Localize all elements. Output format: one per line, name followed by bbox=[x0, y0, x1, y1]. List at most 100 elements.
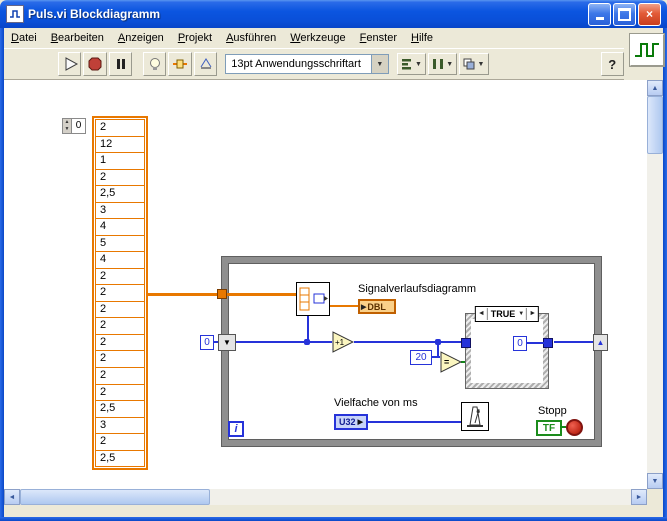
wait-ms-multiple-node[interactable] bbox=[461, 402, 489, 431]
index-array-node[interactable] bbox=[296, 282, 330, 316]
array-element[interactable]: 2 bbox=[95, 433, 145, 451]
window-frame-right bbox=[663, 28, 667, 521]
vi-icon-panel[interactable] bbox=[629, 33, 665, 67]
timing-label[interactable]: Vielfache von ms bbox=[334, 397, 418, 409]
block-diagram-canvas[interactable]: ▲ ▼ 0 2 12 1 2 2,5 3 4 5 4 2 2 2 2 2 2 2… bbox=[4, 80, 647, 489]
array-element[interactable]: 3 bbox=[95, 201, 145, 220]
menu-item-bearbeiten[interactable]: Bearbeiten bbox=[44, 29, 111, 47]
array-element[interactable]: 2,5 bbox=[95, 185, 145, 203]
run-button[interactable] bbox=[58, 52, 82, 76]
array-element[interactable]: 12 bbox=[95, 135, 145, 154]
case-reset-wire[interactable] bbox=[527, 342, 547, 344]
increment-icon: +1 bbox=[332, 331, 355, 353]
cleanup-diagram-button[interactable] bbox=[193, 52, 218, 76]
scroll-up-button[interactable]: ▲ bbox=[647, 80, 663, 96]
help-button[interactable]: ? bbox=[600, 52, 624, 76]
case-reset-constant[interactable]: 0 bbox=[513, 336, 527, 351]
menu-item-projekt[interactable]: Projekt bbox=[171, 29, 219, 47]
reorder-objects-button[interactable]: ▼ bbox=[459, 53, 489, 75]
array-element[interactable]: 2 bbox=[95, 350, 145, 368]
chart-wire[interactable] bbox=[330, 305, 358, 307]
array-constant[interactable]: 2 12 1 2 2,5 3 4 5 4 2 2 2 2 2 2 2 2 2,5… bbox=[92, 116, 148, 470]
highlight-execution-button[interactable] bbox=[143, 52, 167, 76]
case-output-wire[interactable] bbox=[554, 341, 593, 343]
case-next-icon[interactable]: ► bbox=[526, 308, 538, 320]
case-selector-label[interactable]: TRUE bbox=[488, 308, 519, 320]
shift-register-init-constant[interactable]: 0 bbox=[200, 335, 214, 350]
array-element[interactable]: 4 bbox=[95, 251, 145, 269]
abort-button[interactable] bbox=[83, 52, 107, 76]
reorder-dropdown-icon: ▼ bbox=[477, 60, 485, 68]
stop-boolean-constant[interactable]: TF bbox=[536, 420, 562, 436]
array-element[interactable]: 2 bbox=[95, 168, 145, 187]
menu-item-ausfuehren[interactable]: Ausführen bbox=[219, 29, 283, 47]
chart-label[interactable]: Signalverlaufsdiagramm bbox=[358, 283, 476, 295]
loop-input-tunnel[interactable] bbox=[217, 289, 227, 299]
horizontal-scroll-thumb[interactable] bbox=[20, 489, 210, 505]
horizontal-scrollbar[interactable]: ◄ ► bbox=[4, 489, 647, 505]
scroll-left-button[interactable]: ◄ bbox=[4, 489, 20, 505]
count-wire-right[interactable] bbox=[354, 341, 461, 343]
timing-control-terminal[interactable]: U32 ▶ bbox=[334, 414, 368, 430]
vertical-scroll-thumb[interactable] bbox=[647, 96, 663, 154]
chart-indicator-terminal[interactable]: ▶ DBL bbox=[358, 299, 396, 314]
vertical-scrollbar[interactable]: ▲ ▼ bbox=[647, 80, 663, 489]
array-element[interactable]: 2 bbox=[95, 383, 145, 402]
array-index-display[interactable]: ▲ ▼ 0 bbox=[62, 118, 86, 134]
case-selector[interactable]: ◄ TRUE ▼ ► bbox=[474, 306, 540, 322]
labview-window: Puls.vi Blockdiagramm × Datei Bearbeiten… bbox=[0, 0, 667, 521]
array-element[interactable]: 3 bbox=[95, 416, 145, 435]
stop-label[interactable]: Stopp bbox=[538, 405, 567, 417]
case-structure[interactable]: ◄ TRUE ▼ ► 0 bbox=[461, 306, 553, 389]
reorder-objects-icon bbox=[463, 58, 475, 70]
array-element[interactable]: 2 bbox=[95, 267, 145, 286]
increment-node[interactable]: +1 bbox=[332, 331, 355, 353]
menu-item-fenster[interactable]: Fenster bbox=[353, 29, 404, 47]
menu-item-hilfe[interactable]: Hilfe bbox=[404, 29, 440, 47]
font-selector[interactable]: 13pt Anwendungsschriftart ▼ bbox=[225, 54, 389, 74]
shift-register-right[interactable]: ▲ bbox=[593, 334, 608, 351]
font-selector-dropdown-icon[interactable]: ▼ bbox=[370, 55, 388, 73]
window-icon[interactable] bbox=[6, 5, 24, 23]
array-element[interactable]: 2,5 bbox=[95, 400, 145, 418]
constant20-wire[interactable] bbox=[432, 356, 440, 358]
equals-node[interactable]: = bbox=[440, 351, 463, 373]
array-element[interactable]: 1 bbox=[95, 152, 145, 170]
close-button[interactable]: × bbox=[638, 2, 661, 26]
index-up-icon[interactable]: ▲ bbox=[63, 119, 71, 126]
titlebar[interactable]: Puls.vi Blockdiagramm × bbox=[0, 0, 667, 28]
menu-item-anzeigen[interactable]: Anzeigen bbox=[111, 29, 171, 47]
array-index-spinner[interactable]: ▲ ▼ bbox=[63, 119, 72, 133]
comparison-constant[interactable]: 20 bbox=[410, 350, 432, 365]
retain-wire-values-button[interactable] bbox=[168, 52, 192, 76]
pause-button[interactable] bbox=[108, 52, 133, 76]
case-prev-icon[interactable]: ◄ bbox=[476, 308, 488, 320]
array-index-value[interactable]: 0 bbox=[72, 119, 85, 133]
scroll-right-button[interactable]: ► bbox=[631, 489, 647, 505]
maximize-button[interactable] bbox=[613, 2, 636, 26]
distribute-objects-button[interactable]: ▼ bbox=[428, 53, 458, 75]
scroll-down-button[interactable]: ▼ bbox=[647, 473, 663, 489]
count-wire-left[interactable] bbox=[236, 341, 332, 343]
array-element[interactable]: 2 bbox=[95, 284, 145, 302]
loop-condition-terminal[interactable] bbox=[566, 419, 583, 436]
array-element[interactable]: 2 bbox=[95, 317, 145, 335]
menu-item-werkzeuge[interactable]: Werkzeuge bbox=[283, 29, 352, 47]
close-icon: × bbox=[645, 7, 653, 21]
menu-item-datei[interactable]: Datei bbox=[4, 29, 44, 47]
array-element[interactable]: 4 bbox=[95, 218, 145, 236]
wait-wire[interactable] bbox=[368, 421, 461, 423]
array-element[interactable]: 5 bbox=[95, 234, 145, 253]
array-element[interactable]: 2 bbox=[95, 366, 145, 385]
array-element[interactable]: 2 bbox=[95, 333, 145, 352]
case-selector-down-icon[interactable]: ▼ bbox=[518, 308, 526, 320]
array-element[interactable]: 2 bbox=[95, 119, 145, 137]
iteration-terminal[interactable]: i bbox=[228, 421, 244, 437]
array-element[interactable]: 2 bbox=[95, 300, 145, 319]
array-element[interactable]: 2,5 bbox=[95, 449, 145, 468]
align-objects-button[interactable]: ▼ bbox=[396, 53, 427, 75]
minimize-button[interactable] bbox=[588, 2, 611, 26]
index-down-icon[interactable]: ▼ bbox=[63, 126, 71, 133]
shift-register-left[interactable]: ▼ bbox=[218, 334, 236, 351]
case-input-tunnel[interactable] bbox=[461, 338, 471, 348]
